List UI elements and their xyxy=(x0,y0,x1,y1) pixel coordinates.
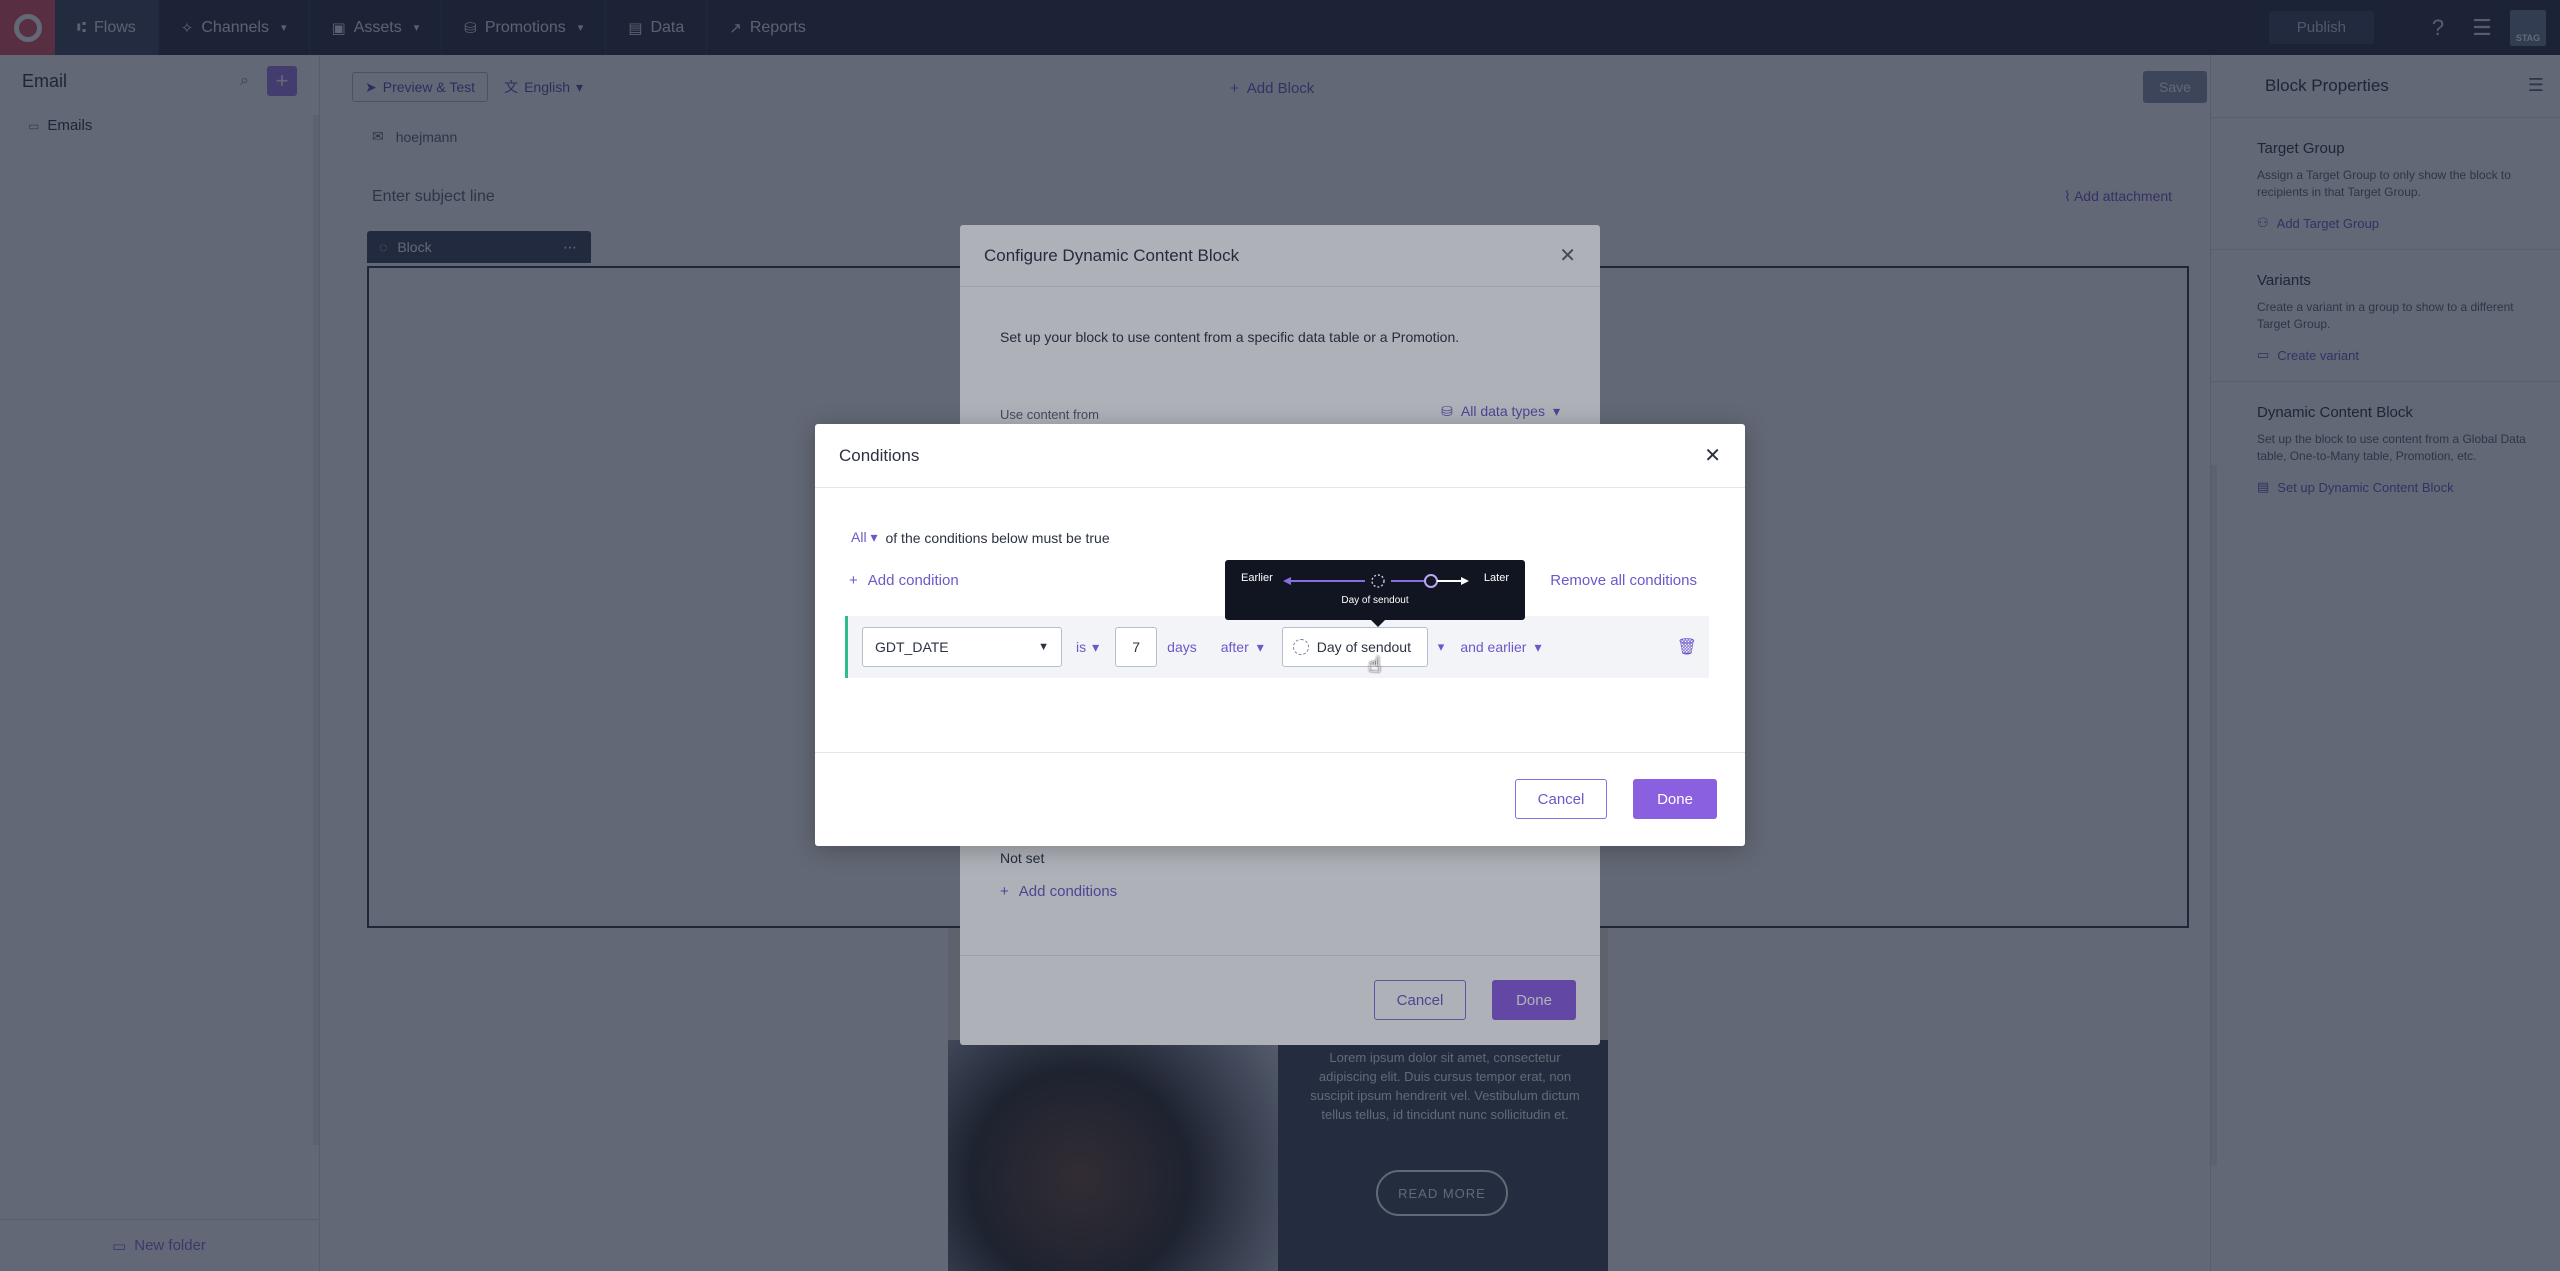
timeline-tooltip: Earlier Later Day of sendout xyxy=(1225,560,1525,627)
tooltip-caret xyxy=(1371,620,1385,627)
tooltip-later: Later xyxy=(1483,572,1509,584)
caret-down-icon: ▼ xyxy=(1038,641,1049,653)
chevron-down-icon: ▾ xyxy=(1256,638,1264,655)
plus-icon: + xyxy=(849,572,858,589)
quantifier-text: of the conditions below must be true xyxy=(885,529,1110,546)
trash-icon[interactable]: 🗑 xyxy=(1677,637,1697,657)
close-icon[interactable]: ✕ xyxy=(1704,443,1721,468)
done-button[interactable]: Done xyxy=(1633,779,1717,819)
dashed-circle-icon xyxy=(1292,639,1309,655)
operator-select[interactable]: is ▾ xyxy=(1076,639,1099,656)
modal-header: Conditions ✕ xyxy=(815,424,1745,488)
add-condition-button[interactable]: + Add condition xyxy=(849,572,959,589)
modal-footer: Cancel Done xyxy=(815,752,1745,846)
chevron-down-icon: ▾ xyxy=(1092,638,1100,655)
unit-label[interactable]: days xyxy=(1167,639,1197,655)
quantifier-select[interactable]: All ▾ xyxy=(851,529,877,546)
remove-all-conditions-button[interactable]: Remove all conditions xyxy=(1550,572,1697,589)
conditions-modal: Conditions ✕ All ▾ of the conditions bel… xyxy=(815,424,1745,846)
modal-title: Conditions xyxy=(839,445,920,465)
chevron-down-icon[interactable]: ▾ xyxy=(1438,639,1445,655)
condition-row: GDT_DATE ▼ is ▾ 7 days after ▾ Day of se… xyxy=(845,616,1709,678)
anchor-select[interactable]: Day of sendout xyxy=(1281,627,1428,667)
tooltip-label: Day of sendout xyxy=(1341,595,1409,606)
hand-pointer-icon: ☝ xyxy=(1368,652,1382,677)
cancel-button[interactable]: Cancel xyxy=(1515,779,1607,819)
field-select[interactable]: GDT_DATE ▼ xyxy=(862,627,1062,667)
timeline-graphic xyxy=(1283,574,1469,588)
direction-select[interactable]: after ▾ xyxy=(1221,639,1264,656)
range-select[interactable]: and earlier ▾ xyxy=(1460,639,1541,656)
chevron-down-icon: ▾ xyxy=(1534,638,1542,655)
amount-input[interactable]: 7 xyxy=(1115,627,1158,667)
conditions-quantifier: All ▾ of the conditions below must be tr… xyxy=(851,529,1110,546)
